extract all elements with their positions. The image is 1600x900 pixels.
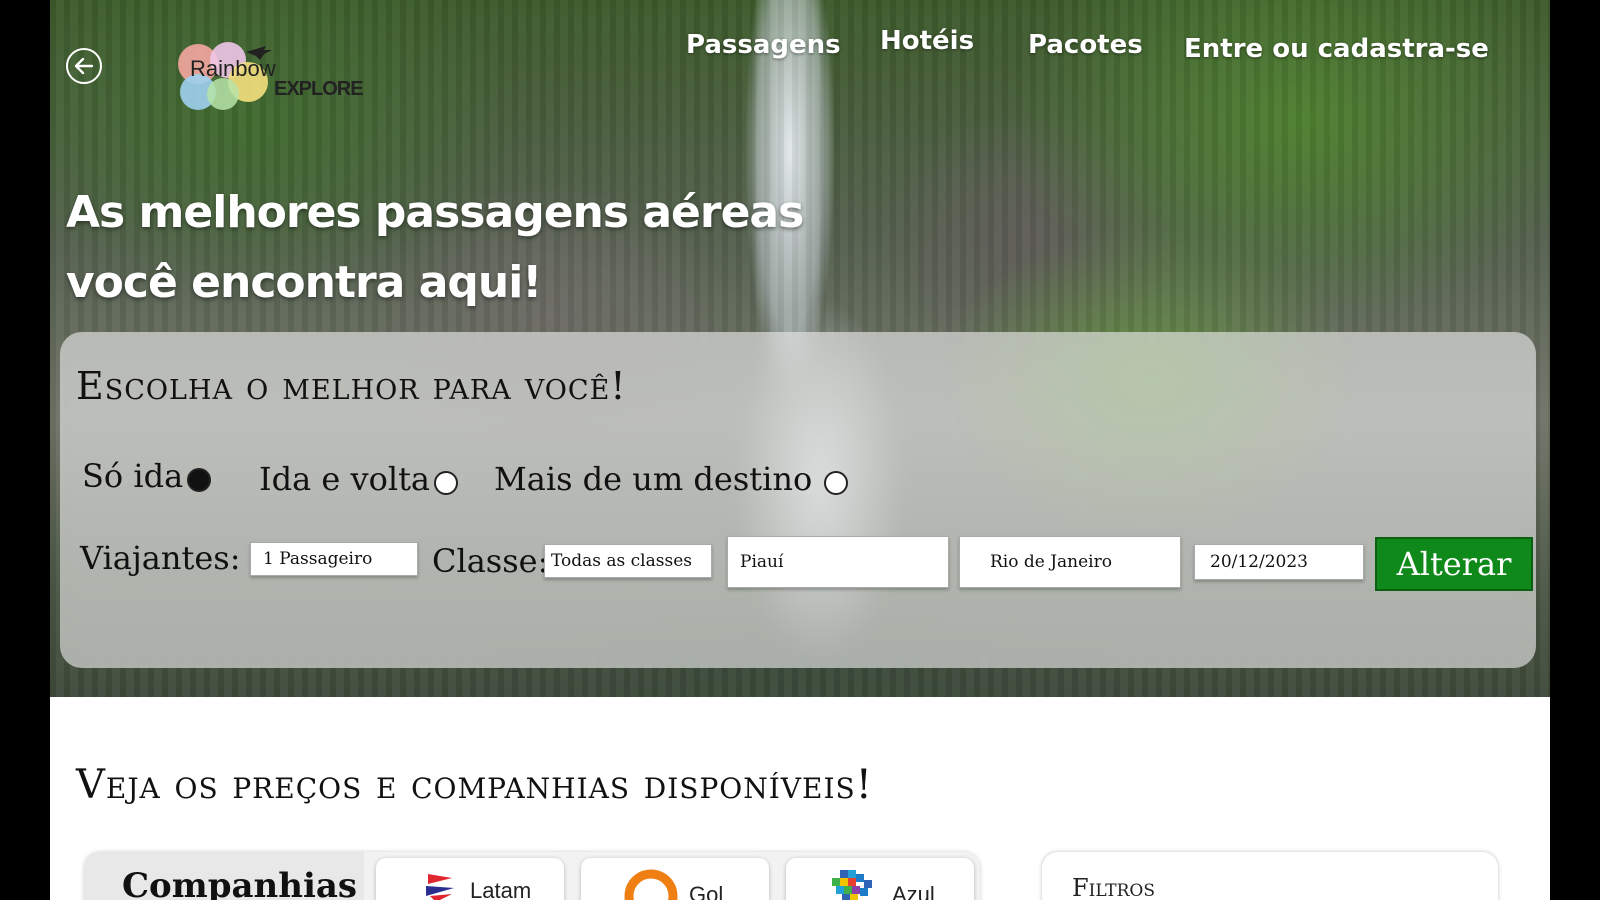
nav-passagens[interactable]: Passagens: [686, 30, 841, 60]
logo-text-rainbow: Rainbow: [190, 56, 276, 81]
companies-panel: Companhias Latam Gol Azul: [84, 852, 980, 900]
class-label: Classe:: [432, 542, 549, 580]
radio-round-trip[interactable]: [434, 471, 458, 495]
filters-title: Filtros: [1072, 874, 1155, 900]
arrow-left-icon: [74, 57, 94, 75]
radio-multi-city[interactable]: [824, 471, 849, 495]
airline-name: Azul: [892, 882, 935, 900]
trip-type-label: Ida e volta: [259, 460, 430, 498]
alter-button[interactable]: Alterar: [1375, 537, 1533, 591]
hero-title-line2: você encontra aqui!: [66, 257, 542, 308]
airline-name: Latam: [470, 878, 532, 900]
search-title: Escolha o melhor para você!: [76, 364, 627, 408]
page: Rainbow EXPLORE Passagens Hotéis Pacotes…: [50, 0, 1550, 900]
airline-card-gol[interactable]: Gol: [581, 858, 769, 900]
radio-one-way[interactable]: [187, 468, 212, 492]
search-card: Escolha o melhor para você! Só ida Ida e…: [60, 332, 1536, 668]
latam-logo-icon: [426, 874, 454, 900]
airline-name: Gol: [689, 882, 724, 900]
filters-panel[interactable]: Filtros: [1042, 852, 1498, 900]
travelers-select[interactable]: 1 Passageiro: [250, 542, 418, 576]
trip-type-round-trip[interactable]: Ida e volta: [259, 460, 458, 498]
date-input[interactable]: 20/12/2023: [1194, 544, 1364, 580]
companies-label: Companhias: [84, 852, 364, 900]
gol-logo-icon: [624, 869, 678, 900]
trip-type-label: Só ida: [82, 457, 184, 495]
back-button[interactable]: [66, 48, 102, 84]
nav-login[interactable]: Entre ou cadastra-se: [1184, 34, 1489, 64]
logo-text-explore: EXPLORE: [274, 78, 364, 100]
nav-pacotes[interactable]: Pacotes: [1028, 30, 1143, 60]
destination-input[interactable]: Rio de Janeiro: [959, 536, 1181, 588]
travelers-label: Viajantes:: [80, 539, 241, 577]
hero-title: As melhores passagens aéreas você encont…: [66, 178, 804, 318]
airline-card-latam[interactable]: Latam: [376, 858, 564, 900]
origin-input[interactable]: Piauí: [727, 536, 949, 588]
airline-card-azul[interactable]: Azul: [786, 858, 974, 900]
azul-logo-icon: [832, 870, 872, 900]
nav-hoteis[interactable]: Hotéis: [880, 26, 974, 56]
trip-type-one-way[interactable]: Só ida: [82, 457, 212, 495]
hero-title-line1: As melhores passagens aéreas: [66, 187, 804, 238]
trip-type-multi-city[interactable]: Mais de um destino: [494, 460, 849, 498]
trip-type-label: Mais de um destino: [494, 460, 813, 498]
results-title: Veja os preços e companhias disponíveis!: [76, 762, 873, 808]
companies-label-text: Companhias: [122, 866, 358, 900]
logo[interactable]: Rainbow EXPLORE: [138, 38, 364, 118]
class-select[interactable]: Todas as classes: [544, 544, 712, 578]
